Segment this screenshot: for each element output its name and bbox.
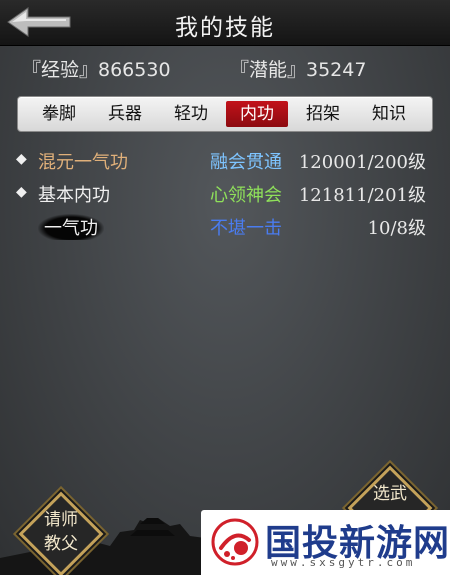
diamond-icon: ◆ [16,184,27,200]
site-watermark: 国投新游网 www.sxsgytr.com [201,510,450,575]
skill-row-yiqi[interactable]: 一气功 不堪一击 10/8级 [0,211,450,243]
tab-weapon[interactable]: 兵器 [94,101,156,127]
skill-name: 混元一气功 [38,152,128,173]
ask-master-button[interactable]: 请师 教父 [18,491,104,575]
page-title: 我的技能 [175,15,275,41]
skill-level: 120001/200级 [298,152,426,173]
watermark-logo [211,518,259,566]
potential-stat: 『潜能』35247 [230,59,367,81]
tab-fist[interactable]: 拳脚 [28,101,90,127]
skill-name: 一气功 [38,214,104,240]
experience-stat: 『经验』866530 [22,59,171,81]
skill-rank: 融会贯通 [210,152,282,173]
skill-level: 121811/201级 [298,185,426,206]
tab-parry[interactable]: 招架 [292,101,354,127]
watermark-url: www.sxsgytr.com [271,556,416,569]
select-skill-label: 选武 [373,484,407,504]
stats-row: 『经验』866530 『潜能』35247 [0,50,450,86]
skill-level: 10/8级 [367,218,426,239]
skill-row-hunyuan[interactable]: ◆ 混元一气功 融会贯通 120001/200级 [0,145,450,177]
header-bar: 我的技能 [0,0,450,46]
skill-rank: 心领神会 [210,185,282,206]
ask-master-label: 请师 教父 [44,510,78,554]
skill-category-tabs: 拳脚 兵器 轻功 内功 招架 知识 [17,96,433,132]
tab-inner-force[interactable]: 内功 [226,101,288,127]
tab-lightness[interactable]: 轻功 [160,101,222,127]
diamond-icon: ◆ [16,151,27,167]
skill-name: 基本内功 [38,185,110,206]
tab-knowledge[interactable]: 知识 [358,101,420,127]
skill-rank: 不堪一击 [210,218,282,239]
skill-row-basic-inner[interactable]: ◆ 基本内功 心领神会 121811/201级 [0,178,450,210]
